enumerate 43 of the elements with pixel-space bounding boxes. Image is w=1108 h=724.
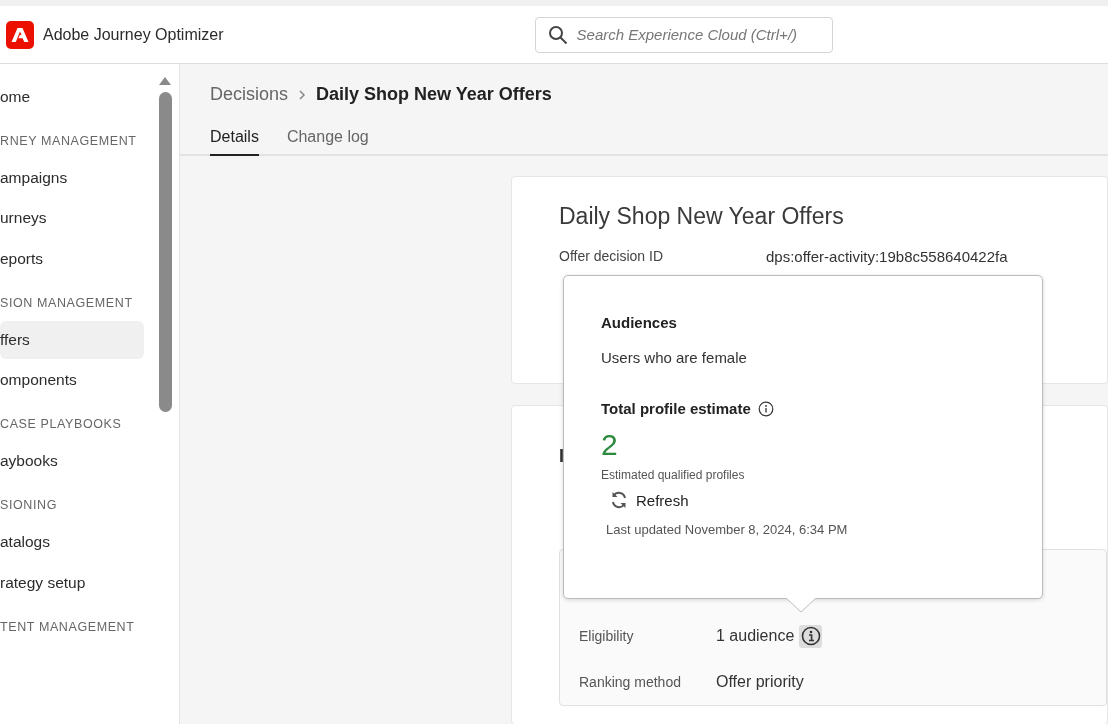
nav-item[interactable]: eports <box>0 239 144 278</box>
nav-section-heading: CASE PLAYBOOKS <box>0 416 123 433</box>
nav-section-heading: SIONING <box>0 497 58 514</box>
tab[interactable]: Details <box>210 122 259 156</box>
nav-item[interactable]: omponents <box>0 361 144 399</box>
field-value: 1 audience <box>716 627 795 645</box>
popover-title: Audiences <box>601 314 678 331</box>
nav-item[interactable]: ffers <box>0 320 144 359</box>
nav-item[interactable]: rategy setup <box>0 563 144 602</box>
refresh-button[interactable]: Refresh <box>609 490 689 510</box>
estimate-heading: Total profile estimate <box>601 400 751 417</box>
scrollbar-thumb[interactable] <box>158 92 172 412</box>
app-name: Adobe Journey Optimizer <box>43 25 224 44</box>
scroll-up-icon[interactable] <box>158 76 172 86</box>
nav-item[interactable]: urneys <box>0 199 144 237</box>
card-title: Daily Shop New Year Offers <box>559 203 845 230</box>
field-value: Offer priority <box>716 673 804 691</box>
search-icon <box>547 24 568 45</box>
nav-item[interactable]: aybooks <box>0 442 144 480</box>
field-label: Eligibility <box>579 628 635 644</box>
audience-name: Users who are female <box>601 349 748 366</box>
nav-section-heading: RNEY MANAGEMENT <box>0 132 138 150</box>
nav-item[interactable]: atalogs <box>0 523 144 561</box>
info-icon[interactable] <box>757 400 774 417</box>
tab[interactable]: Change log <box>286 122 369 156</box>
nav-item[interactable]: ome <box>0 77 144 116</box>
breadcrumb-current: Daily Shop New Year Offers <box>316 84 552 105</box>
profile-count: 2 <box>601 428 619 462</box>
nav-item[interactable]: ampaigns <box>0 158 144 197</box>
logo-icon <box>6 20 34 49</box>
refresh-icon <box>609 490 629 510</box>
card-heading: I <box>559 446 565 468</box>
nav-section-heading: TENT MANAGEMENT <box>0 618 136 636</box>
info-button[interactable] <box>799 624 823 648</box>
field-label: Ranking method <box>579 674 682 690</box>
last-updated: Last updated November 8, 2024, 6:34 PM <box>606 522 849 537</box>
breadcrumb-link[interactable]: Decisions <box>210 84 289 105</box>
chevron-icon <box>298 88 307 101</box>
nav-section-heading: SION MANAGEMENT <box>0 294 134 312</box>
search-field[interactable]: Search Experience Cloud (Ctrl+/) <box>534 16 833 53</box>
count-caption: Estimated qualified profiles <box>601 468 746 482</box>
field-value: dps:offer-activity:19b8c558640422fa <box>766 248 1008 265</box>
field-label: Offer decision ID <box>559 248 664 264</box>
